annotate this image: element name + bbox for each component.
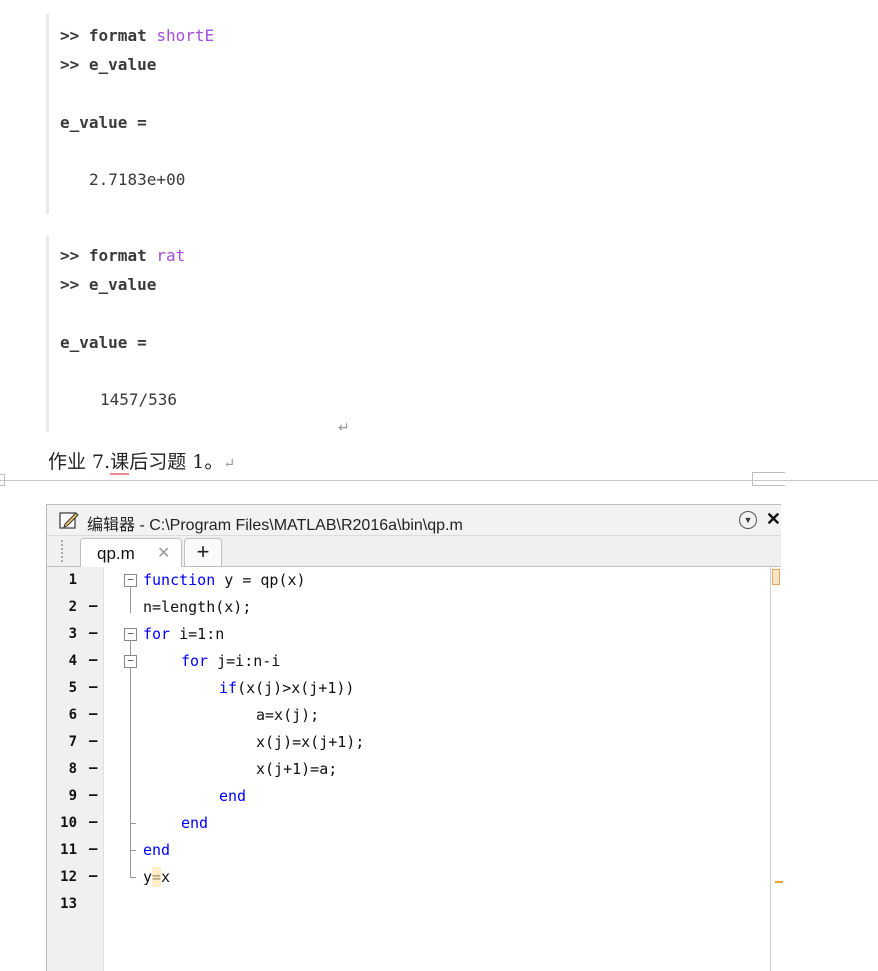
add-tab-button[interactable]: + bbox=[184, 538, 222, 567]
breakpoint-dash[interactable]: – bbox=[89, 598, 97, 614]
editor-tabbar: qp.m ✕ + bbox=[47, 536, 781, 567]
console-line: >> e_value bbox=[60, 55, 156, 74]
code-content: y = qp(x) bbox=[215, 571, 306, 589]
fold-end-tick bbox=[130, 850, 136, 851]
breakpoint-dash[interactable]: – bbox=[89, 733, 97, 749]
prompt: >> bbox=[60, 55, 80, 74]
breakpoint-dash[interactable]: – bbox=[89, 868, 97, 884]
command-text: e_value bbox=[88, 55, 157, 74]
fold-end-tick bbox=[130, 877, 136, 878]
code-text: if(x(j)>x(j+1)) bbox=[219, 679, 354, 697]
warning-marker[interactable] bbox=[775, 881, 783, 883]
prompt: >> bbox=[60, 246, 80, 265]
paragraph-return-mark: ↵ bbox=[223, 456, 236, 472]
fold-guide bbox=[130, 586, 131, 613]
doc-text: 作业 7. bbox=[48, 451, 111, 473]
console-line: >> e_value bbox=[60, 275, 156, 294]
tab-qp-m[interactable]: qp.m ✕ bbox=[80, 538, 182, 567]
keyword: if bbox=[219, 679, 238, 697]
result-label: e_value = bbox=[60, 113, 147, 132]
command-text: e_value bbox=[88, 275, 157, 294]
code-text: x(j)=x(j+1); bbox=[256, 733, 365, 751]
code-content: (x(j)>x(j+1)) bbox=[237, 679, 355, 697]
breakpoint-dash[interactable]: – bbox=[89, 625, 97, 641]
line-number: 5 bbox=[68, 680, 77, 696]
fold-toggle-icon[interactable]: − bbox=[124, 655, 137, 668]
breakpoint-dash[interactable]: – bbox=[89, 814, 97, 830]
code-content: j=i:n-i bbox=[208, 652, 281, 670]
prompt: >> bbox=[60, 275, 80, 294]
breakpoint-dash[interactable]: – bbox=[89, 652, 97, 668]
code-text: end bbox=[219, 787, 246, 805]
editor-titlebar: 编辑器 - C:\Program Files\MATLAB\R2016a\bin… bbox=[47, 505, 781, 536]
document-paragraph: 作业 7.课后习题 1。↵ bbox=[48, 447, 236, 475]
line-number: 12 bbox=[60, 869, 77, 885]
vertical-scrollbar[interactable] bbox=[770, 567, 783, 971]
breakpoint-dash[interactable]: – bbox=[89, 787, 97, 803]
line-number: 2 bbox=[68, 599, 77, 615]
code-text: end bbox=[181, 814, 208, 832]
prompt: >> bbox=[60, 26, 80, 45]
keyword: function bbox=[143, 571, 216, 589]
command-arg: shortE bbox=[156, 26, 215, 45]
breakpoint-dash[interactable]: – bbox=[89, 679, 97, 695]
breakpoint-dash[interactable]: – bbox=[89, 841, 97, 857]
line-number: 7 bbox=[68, 734, 77, 750]
code-text: end bbox=[143, 841, 170, 859]
scrollbar-thumb[interactable] bbox=[772, 569, 780, 585]
pencil-edit-icon bbox=[59, 512, 79, 529]
breakpoint-dash[interactable]: – bbox=[89, 706, 97, 722]
result-value: 1457/536 bbox=[100, 390, 178, 409]
editor-title: 编辑器 - C:\Program Files\MATLAB\R2016a\bin… bbox=[87, 517, 463, 534]
tab-label: qp.m bbox=[97, 544, 135, 563]
keyword: for bbox=[181, 652, 209, 670]
drag-handle[interactable] bbox=[61, 540, 67, 562]
code-content: i=1:n bbox=[170, 625, 225, 643]
spellcheck-underlined-text: 课 bbox=[110, 451, 130, 475]
line-number: 4 bbox=[68, 653, 77, 669]
line-number: 13 bbox=[60, 896, 77, 912]
fold-end-tick bbox=[130, 823, 136, 824]
result-label: e_value = bbox=[60, 333, 147, 352]
page-corner-mark bbox=[0, 474, 5, 486]
paragraph-return-mark: ↵ bbox=[338, 420, 350, 436]
command-text: format bbox=[88, 246, 147, 265]
breakpoint-dash[interactable]: – bbox=[89, 760, 97, 776]
line-number: 1 bbox=[68, 572, 77, 588]
line-number: 3 bbox=[68, 626, 77, 642]
code-text: x(j+1)=a; bbox=[256, 760, 338, 778]
code-text: function y = qp(x) bbox=[143, 571, 306, 589]
code-text: a=x(j); bbox=[256, 706, 320, 724]
keyword: end bbox=[143, 841, 171, 859]
code-text: for i=1:n bbox=[143, 625, 224, 643]
code-folding-column bbox=[104, 567, 126, 971]
chevron-down-icon[interactable]: ▼ bbox=[739, 511, 757, 529]
line-number: 10 bbox=[60, 815, 77, 831]
console-line: >> format rat bbox=[60, 246, 185, 265]
fold-guide bbox=[130, 640, 131, 877]
page-corner-mark bbox=[752, 472, 785, 486]
close-icon[interactable]: ✕ bbox=[766, 509, 781, 530]
page-divider bbox=[0, 480, 878, 481]
line-number: 9 bbox=[68, 788, 77, 804]
console-line: >> format shortE bbox=[60, 26, 214, 45]
command-window-output-2: >> format rat >> e_value e_value = 1457/… bbox=[46, 236, 349, 432]
line-number: 11 bbox=[60, 842, 77, 858]
keyword: end bbox=[219, 787, 247, 805]
code-text: n=length(x); bbox=[143, 598, 252, 616]
text-cursor-highlight bbox=[152, 867, 161, 887]
doc-text: 后习题 1。 bbox=[129, 451, 224, 473]
code-text: for j=i:n-i bbox=[181, 652, 280, 670]
matlab-editor-window: 编辑器 - C:\Program Files\MATLAB\R2016a\bin… bbox=[46, 504, 783, 971]
command-text: format bbox=[88, 26, 147, 45]
result-value: 2.7183e+00 bbox=[89, 170, 186, 189]
command-window-output-1: >> format shortE >> e_value e_value = 2.… bbox=[46, 14, 349, 214]
keyword: end bbox=[181, 814, 209, 832]
keyword: for bbox=[143, 625, 171, 643]
close-tab-icon[interactable]: ✕ bbox=[157, 543, 170, 563]
line-number: 6 bbox=[68, 707, 77, 723]
line-number: 8 bbox=[68, 761, 77, 777]
command-arg: rat bbox=[156, 246, 186, 265]
